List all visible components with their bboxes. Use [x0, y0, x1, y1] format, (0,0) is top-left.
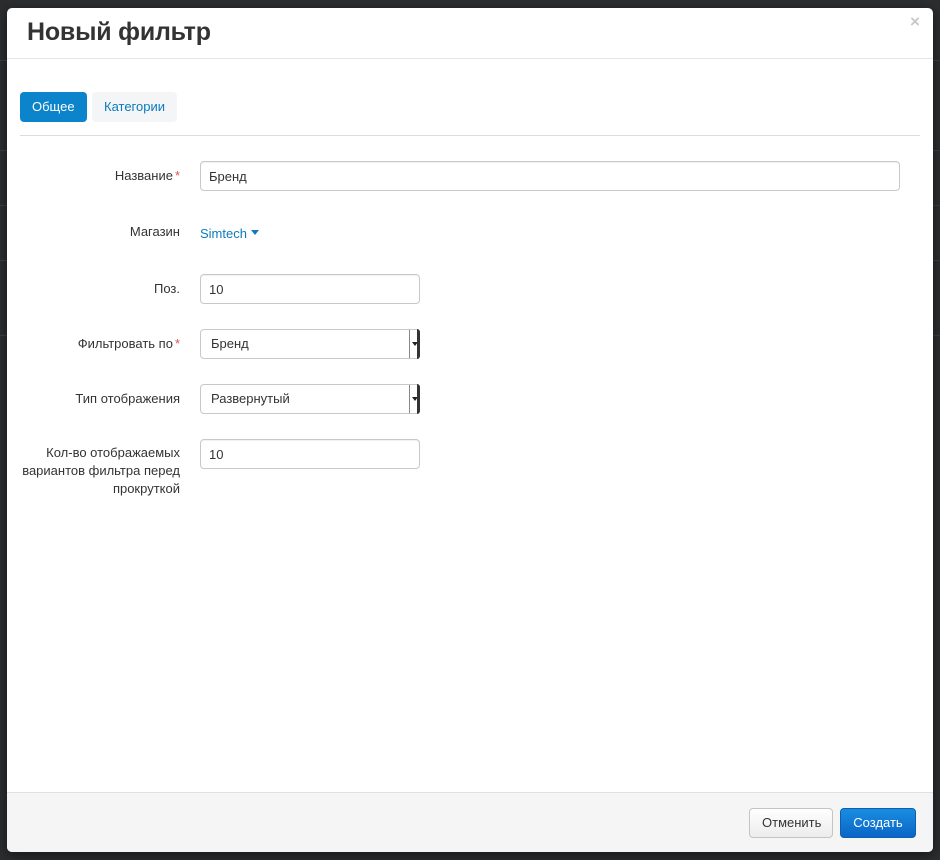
display-count-input[interactable]: [200, 439, 420, 469]
required-mark: *: [174, 336, 180, 351]
storefront-label: Магазин: [129, 224, 180, 239]
name-label: Название *: [114, 168, 180, 183]
filter-by-selected: Бренд: [211, 336, 249, 351]
required-mark: *: [174, 168, 180, 183]
storefront-dropdown[interactable]: Simtech: [200, 225, 259, 243]
display-type-selected: Развернутый: [211, 391, 290, 406]
new-filter-dialog: Новый фильтр × Общее Категории Название *…: [7, 8, 933, 852]
position-input[interactable]: [200, 274, 420, 304]
chevron-down-icon: [409, 330, 419, 358]
tab-general[interactable]: Общее: [20, 92, 87, 122]
chevron-down-icon: [409, 385, 419, 413]
storefront-value: Simtech: [200, 226, 247, 241]
display-count-label: Кол-во отображаемых вариантов фильтра пе…: [22, 445, 180, 496]
create-button[interactable]: Создать: [840, 808, 916, 838]
display-type-label: Тип отображения: [75, 391, 180, 406]
close-icon[interactable]: ×: [907, 13, 923, 30]
dialog-header: Новый фильтр ×: [7, 8, 933, 59]
caret-down-icon: [250, 230, 259, 236]
tab-categories[interactable]: Категории: [92, 92, 177, 122]
filter-by-label: Фильтровать по *: [77, 336, 180, 351]
display-type-select[interactable]: Развернутый: [200, 384, 420, 414]
dialog-footer: Отменить Создать: [7, 792, 933, 852]
cancel-button[interactable]: Отменить: [749, 808, 833, 838]
dialog-title: Новый фильтр: [27, 18, 211, 46]
filter-by-select[interactable]: Бренд: [200, 329, 420, 359]
name-input[interactable]: [200, 161, 900, 191]
position-label: Поз.: [154, 281, 180, 296]
tab-bar: Общее Категории: [20, 92, 920, 136]
